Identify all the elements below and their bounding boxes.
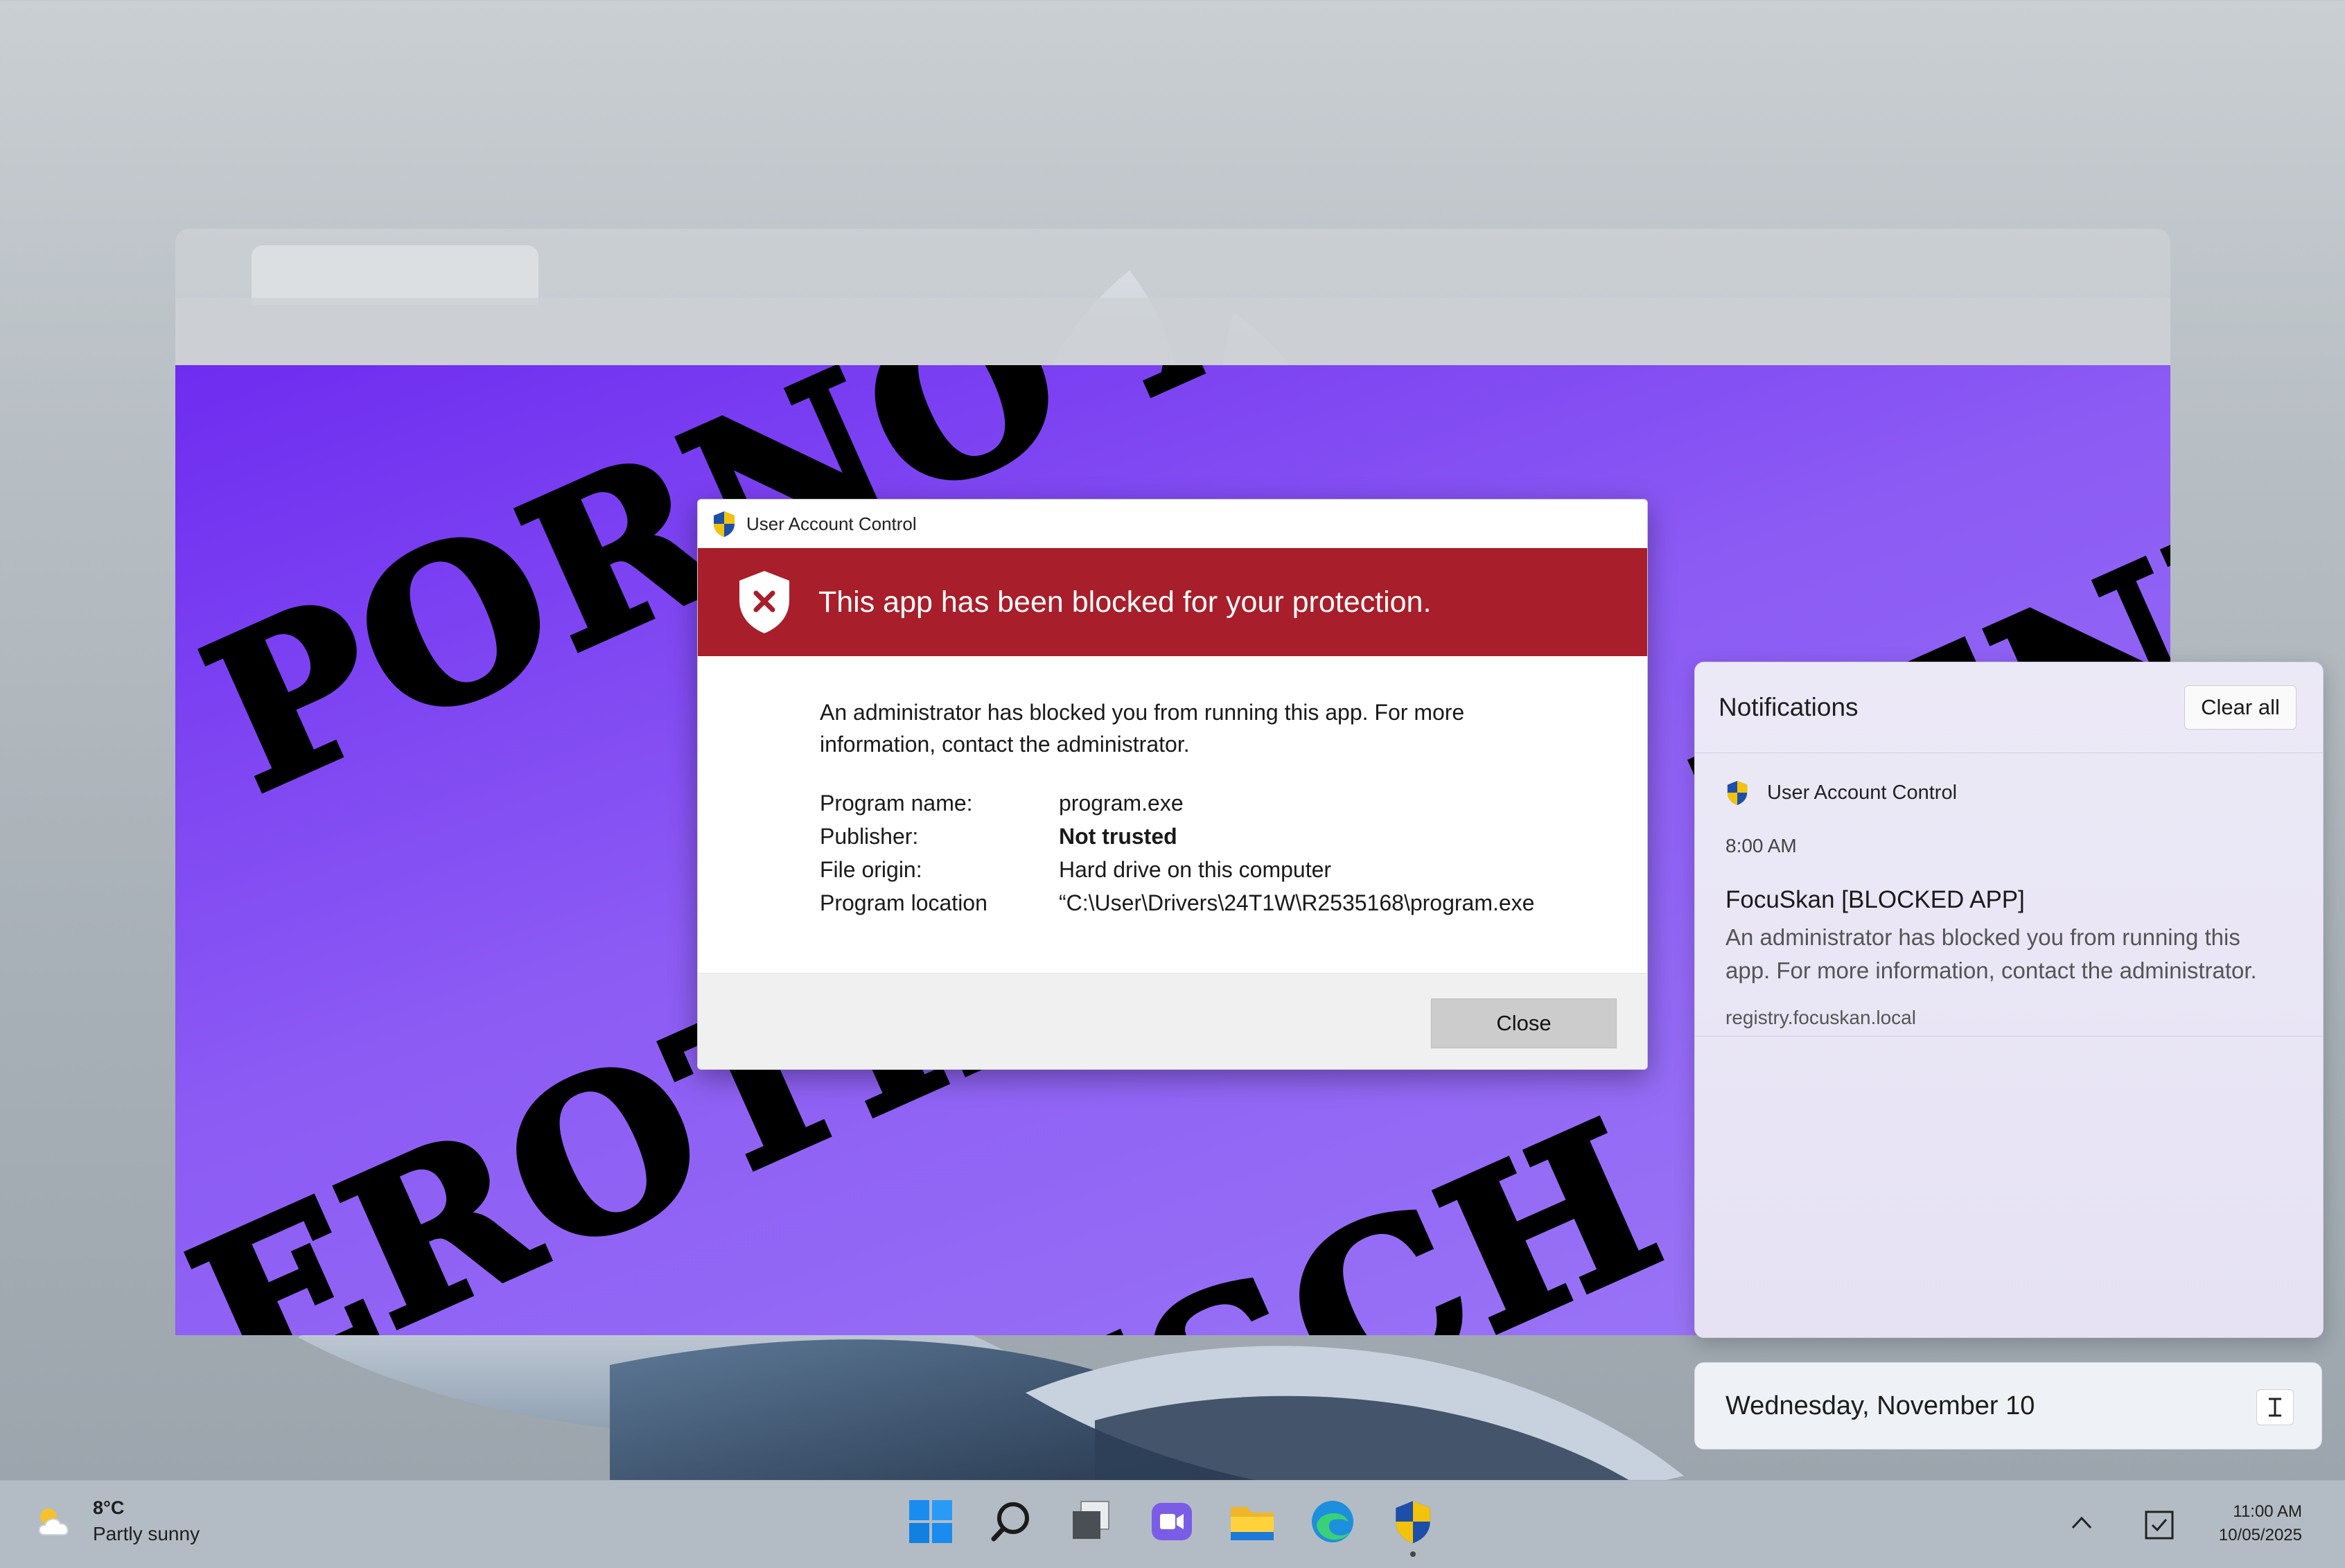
checkbox-icon[interactable] <box>2144 1510 2175 1540</box>
notification-time: 8:00 AM <box>1725 835 1797 856</box>
detail-row: Program location “C:\User\Drivers\24T1W\… <box>820 886 1647 919</box>
close-button[interactable]: Close <box>1431 998 1617 1048</box>
detail-row: Publisher: Not trusted <box>820 820 1647 853</box>
calendar-flyout[interactable]: Wednesday, November 10 <box>1694 1362 2322 1450</box>
notification-item[interactable]: User Account Control 8:00 AM FocuSkan [B… <box>1695 753 2323 1037</box>
notification-app: User Account Control <box>1725 779 2323 806</box>
notification-header: Notifications Clear all <box>1695 662 2323 753</box>
detail-label: Program location <box>820 890 987 915</box>
weather-temp: 8°C <box>93 1497 125 1518</box>
detail-row: File origin: Hard drive on this computer <box>820 853 1647 886</box>
notification-body: An administrator has blocked you from ru… <box>1725 924 2257 983</box>
uac-window-title: User Account Control <box>746 513 917 534</box>
detail-value: “C:\User\Drivers\24T1W\R2535168\program.… <box>1059 890 1535 915</box>
blocked-shield-icon <box>739 571 789 633</box>
detail-value: Not trusted <box>1059 823 1177 849</box>
weather-condition: Partly sunny <box>93 1523 200 1544</box>
edge-icon[interactable] <box>1310 1499 1355 1544</box>
detail-row: Program name: program.exe <box>820 786 1647 820</box>
uac-description: An administrator has blocked you from ru… <box>820 700 1465 757</box>
uac-footer: Close <box>698 973 1647 1069</box>
clock[interactable]: 11:00 AM 10/05/2025 <box>2219 1500 2302 1547</box>
uac-dialog: User Account Control This app has been b… <box>697 499 1648 1070</box>
search-icon[interactable] <box>988 1499 1034 1544</box>
detail-label: Publisher: <box>820 823 919 849</box>
background-word: FISCH <box>879 1071 1696 1335</box>
security-shield-icon[interactable] <box>1390 1499 1436 1557</box>
start-icon[interactable] <box>908 1499 954 1544</box>
uac-banner: This app has been blocked for your prote… <box>698 548 1647 656</box>
taskbar-apps <box>908 1499 1436 1557</box>
taskbar: 8°C Partly sunny 11:00 AM 10/05/2025 <box>0 1480 2345 1568</box>
detail-value: Hard drive on this computer <box>1059 856 1332 882</box>
partly-sunny-icon <box>38 1508 69 1535</box>
uac-banner-text: This app has been blocked for your prote… <box>818 585 1432 619</box>
detail-label: Program name: <box>820 790 973 816</box>
uac-shield-icon <box>1727 781 1748 805</box>
browser-tab[interactable] <box>252 245 538 305</box>
clear-all-button[interactable]: Clear all <box>2184 685 2296 730</box>
notification-source: registry.focuskan.local <box>1725 1007 1916 1028</box>
notification-panel: Notifications Clear all User Account Con… <box>1694 662 2324 1338</box>
detail-value: program.exe <box>1059 790 1184 816</box>
notification-item-title: FocuSkan [BLOCKED APP] <box>1725 886 2025 913</box>
notification-title: Notifications <box>1719 693 1859 721</box>
calendar-date: Wednesday, November 10 <box>1725 1391 2035 1420</box>
weather-widget[interactable]: 8°C Partly sunny <box>35 1497 200 1545</box>
detail-label: File origin: <box>820 856 922 882</box>
active-indicator <box>1410 1551 1416 1557</box>
uac-shield-icon <box>714 511 735 537</box>
chat-icon[interactable] <box>1149 1499 1195 1544</box>
clock-date: 10/05/2025 <box>2218 1526 2302 1544</box>
notification-app-name: User Account Control <box>1767 781 1958 804</box>
file-explorer-icon[interactable] <box>1229 1499 1275 1544</box>
uac-title-bar: User Account Control <box>698 500 1647 548</box>
clock-time: 11:00 AM <box>2233 1502 2302 1521</box>
uac-details: Program name: program.exe Publisher: Not… <box>820 786 1647 919</box>
chevron-up-icon[interactable] <box>2070 1514 2093 1531</box>
browser-toolbar <box>175 298 2170 365</box>
calendar-icon[interactable] <box>2256 1389 2294 1425</box>
task-view-icon[interactable] <box>1069 1499 1114 1544</box>
uac-body: An administrator has blocked you from ru… <box>698 656 1647 919</box>
